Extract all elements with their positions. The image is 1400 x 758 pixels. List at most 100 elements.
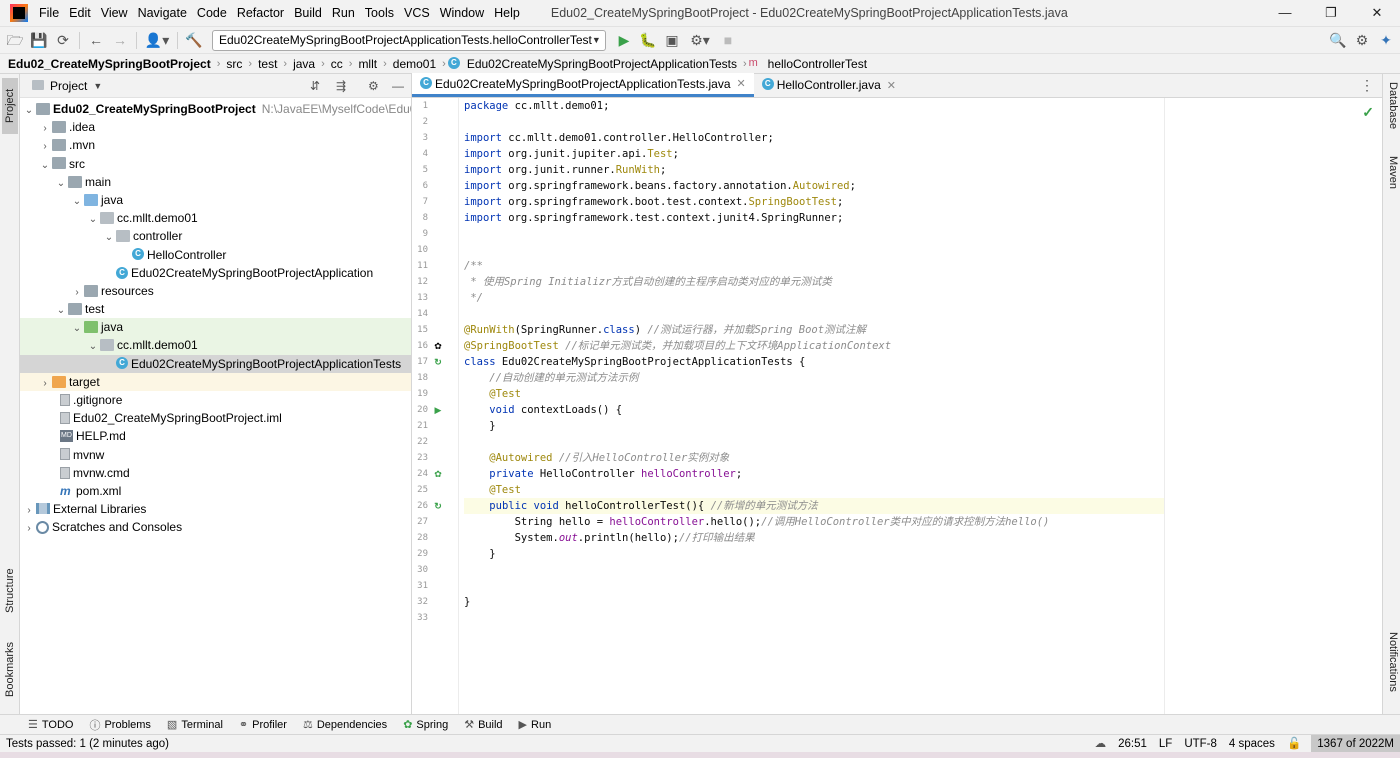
run-test-icon[interactable]: ▶	[432, 402, 444, 418]
gear-icon[interactable]: ⚙	[1350, 27, 1374, 54]
tab-problems[interactable]: ⓘ Problems	[81, 717, 158, 733]
tree-item-main-java[interactable]: ⌄ java	[20, 191, 411, 209]
tree-item-gitignore[interactable]: .gitignore	[20, 391, 411, 409]
status-message[interactable]: Tests passed: 1 (2 minutes ago)	[0, 738, 169, 750]
menu-tools[interactable]: Tools	[360, 0, 399, 26]
menu-view[interactable]: View	[96, 0, 133, 26]
tree-item-test-java[interactable]: ⌄ java	[20, 318, 411, 337]
bookmarks-tool-tab[interactable]: Bookmarks	[2, 636, 18, 702]
menu-file[interactable]: File	[34, 0, 64, 26]
code-area[interactable]: package cc.mllt.demo01; import cc.mllt.d…	[464, 98, 1364, 714]
notifications-tool-tab[interactable]: Notifications	[1385, 632, 1399, 692]
breadcrumb-src[interactable]: src	[222, 57, 246, 71]
tab-applicationtests[interactable]: C Edu02CreateMySpringBootProjectApplicat…	[412, 73, 754, 97]
tab-profiler[interactable]: ⚭ Profiler	[231, 718, 295, 732]
tab-run[interactable]: ▶ Run	[511, 718, 560, 732]
tab-hellocontroller[interactable]: C HelloController.java ✕	[754, 73, 904, 97]
tree-item-test[interactable]: ⌄ test	[20, 300, 411, 318]
breadcrumb-demo01[interactable]: demo01	[389, 57, 440, 71]
save-icon[interactable]: 💾	[27, 27, 51, 54]
project-panel-title[interactable]: Project	[50, 79, 87, 93]
menu-code[interactable]: Code	[192, 0, 232, 26]
run-config-selector[interactable]: Edu02CreateMySpringBootProjectApplicatio…	[212, 29, 606, 51]
run-icon[interactable]: ▶	[612, 27, 636, 54]
tree-item-idea[interactable]: › .idea	[20, 118, 411, 136]
menu-vcs[interactable]: VCS	[399, 0, 435, 26]
sync-icon[interactable]: ⟳	[51, 27, 75, 54]
coverage-icon[interactable]: ▣	[660, 27, 684, 54]
menu-window[interactable]: Window	[435, 0, 489, 26]
tab-spring[interactable]: ✿ Spring	[395, 718, 456, 732]
tree-item-external-libraries[interactable]: › External Libraries	[20, 500, 411, 518]
caret-position[interactable]: 26:51	[1112, 735, 1153, 753]
stop-icon[interactable]: ■	[716, 27, 740, 54]
breadcrumb-java[interactable]: java	[289, 57, 319, 71]
tab-todo[interactable]: ☰ TODO	[0, 718, 81, 732]
tree-item-help-md[interactable]: MD HELP.md	[20, 427, 411, 445]
more-tabs-icon[interactable]: ⋮	[1360, 77, 1382, 94]
minimize-icon[interactable]: —	[1262, 0, 1308, 26]
line-separator[interactable]: LF	[1153, 735, 1178, 753]
run-test-icon[interactable]: ↻	[432, 498, 444, 514]
build-hammer-icon[interactable]: 🔨	[182, 27, 206, 54]
tree-item-main[interactable]: ⌄ main	[20, 173, 411, 191]
run-test-class-icon[interactable]: ↻	[432, 354, 444, 370]
tree-item-controller[interactable]: ⌄ controller	[20, 227, 411, 245]
tree-item-hellocontroller[interactable]: C HelloController	[20, 246, 411, 264]
breadcrumb-test[interactable]: test	[254, 57, 281, 71]
tree-item-mvnw-cmd[interactable]: mvnw.cmd	[20, 464, 411, 482]
forward-icon[interactable]: →	[108, 27, 132, 54]
open-folder-icon[interactable]: 🗁	[3, 27, 27, 54]
menu-build[interactable]: Build	[289, 0, 327, 26]
menu-run[interactable]: Run	[327, 0, 360, 26]
tree-item-pom[interactable]: m pom.xml	[20, 482, 411, 500]
no-problems-check-icon[interactable]: ✓	[1362, 104, 1374, 121]
maven-tool-tab[interactable]: Maven	[1385, 156, 1399, 189]
breadcrumb-project[interactable]: Edu02_CreateMySpringBootProject	[0, 57, 215, 71]
tree-item-application[interactable]: C Edu02CreateMySpringBootProjectApplicati…	[20, 264, 411, 282]
tree-item-mvnw[interactable]: mvnw	[20, 446, 411, 464]
hide-panel-icon[interactable]: —	[392, 79, 404, 93]
tree-item-test-package[interactable]: ⌄ cc.mllt.demo01	[20, 336, 411, 355]
tree-item-scratches[interactable]: › Scratches and Consoles	[20, 518, 411, 536]
menu-navigate[interactable]: Navigate	[133, 0, 192, 26]
tree-item-root[interactable]: ⌄ Edu02_CreateMySpringBootProject N:\JavaE…	[20, 100, 411, 118]
expand-all-icon[interactable]: ⇵	[310, 79, 320, 93]
database-tool-tab[interactable]: Database	[1385, 82, 1399, 129]
spring-bean-icon[interactable]: ✿	[432, 338, 444, 354]
breadcrumb-mllt[interactable]: mllt	[354, 57, 381, 71]
collapse-all-icon[interactable]: ⇶	[336, 79, 346, 93]
tree-item-applicationtests[interactable]: C Edu02CreateMySpringBootProjectApplicati…	[20, 354, 411, 373]
memory-indicator[interactable]: 1367 of 2022M	[1311, 735, 1400, 753]
structure-tool-tab[interactable]: Structure	[2, 560, 18, 622]
user-icon[interactable]: 👤▾	[141, 27, 173, 54]
close-icon[interactable]: ✕	[737, 77, 746, 90]
lock-icon[interactable]: 🔓	[1281, 735, 1307, 753]
menu-edit[interactable]: Edit	[64, 0, 96, 26]
indent-setting[interactable]: 4 spaces	[1223, 735, 1281, 753]
autowired-bean-icon[interactable]: ✿	[432, 466, 444, 482]
debug-icon[interactable]: 🐛	[636, 27, 660, 54]
profile-icon[interactable]: ⚙▾	[684, 27, 716, 54]
project-tool-tab[interactable]: Project	[2, 78, 18, 134]
tree-item-src[interactable]: ⌄ src	[20, 155, 411, 173]
tab-build[interactable]: ⚒ Build	[456, 718, 510, 732]
breadcrumb-cc[interactable]: cc	[327, 57, 347, 71]
tree-item-main-package[interactable]: ⌄ cc.mllt.demo01	[20, 209, 411, 227]
tree-item-mvn[interactable]: › .mvn	[20, 136, 411, 154]
search-icon[interactable]: 🔍	[1326, 27, 1350, 54]
gear-icon[interactable]: ⚙	[368, 79, 379, 93]
tab-dependencies[interactable]: ⚖ Dependencies	[295, 718, 395, 732]
file-encoding[interactable]: UTF-8	[1178, 735, 1223, 753]
tree-item-resources[interactable]: › resources	[20, 282, 411, 300]
tree-item-iml[interactable]: Edu02_CreateMySpringBootProject.iml	[20, 409, 411, 427]
tree-item-target[interactable]: › target	[20, 372, 411, 391]
breadcrumb-method[interactable]: helloControllerTest	[764, 57, 871, 71]
git-icon[interactable]: ☁	[1089, 735, 1113, 753]
menu-refactor[interactable]: Refactor	[232, 0, 289, 26]
code-with-me-icon[interactable]: ✦	[1374, 27, 1398, 54]
chevron-down-icon[interactable]: ▼	[93, 81, 102, 91]
chevron-right-icon[interactable]: ›	[22, 520, 36, 538]
back-icon[interactable]: ←	[84, 27, 108, 54]
close-icon[interactable]: ✕	[887, 79, 896, 92]
